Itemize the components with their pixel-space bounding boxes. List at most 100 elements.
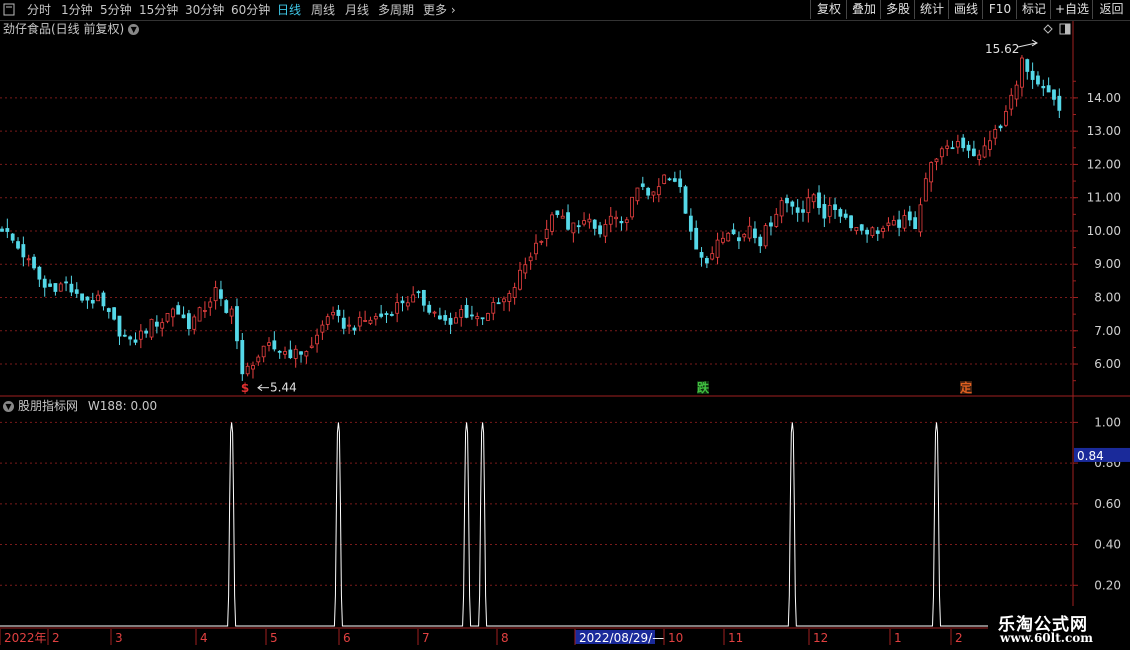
candle-body bbox=[170, 308, 175, 318]
candle-body bbox=[69, 283, 74, 293]
candle-body bbox=[1041, 85, 1046, 89]
candle-body bbox=[112, 307, 117, 320]
candle-body bbox=[971, 148, 976, 157]
candle-body bbox=[64, 281, 68, 284]
candle-body bbox=[827, 205, 832, 217]
candle-body bbox=[603, 224, 608, 237]
candle-body bbox=[1004, 111, 1008, 126]
candle-body bbox=[491, 302, 496, 314]
candle-body bbox=[662, 174, 667, 184]
date-tick-label: 3 bbox=[115, 631, 123, 645]
w188-line bbox=[0, 422, 1073, 627]
candle-body bbox=[331, 311, 335, 316]
candle-body bbox=[405, 302, 410, 307]
candle-body bbox=[555, 210, 560, 215]
candle-body bbox=[235, 306, 239, 342]
candle-body bbox=[582, 220, 586, 225]
candle-body bbox=[806, 197, 811, 213]
candle-body bbox=[795, 207, 800, 213]
candle-body bbox=[811, 194, 816, 203]
candle-body bbox=[42, 278, 47, 288]
candle-body bbox=[80, 293, 84, 301]
candle-body bbox=[229, 308, 234, 317]
candle-body bbox=[710, 253, 715, 260]
candle-body bbox=[891, 220, 896, 226]
price-tick-label: 13.00 bbox=[1087, 124, 1121, 138]
date-tick-label: 10 bbox=[668, 631, 683, 645]
candle-body bbox=[475, 316, 480, 320]
candle-body bbox=[251, 365, 255, 370]
price-tick-label: 6.00 bbox=[1094, 357, 1121, 371]
candle-body bbox=[90, 299, 95, 304]
candle-body bbox=[1014, 84, 1019, 100]
date-tick-label: 7 bbox=[422, 631, 430, 645]
candle-body bbox=[1030, 70, 1035, 80]
chart-canvas[interactable]: 6.007.008.009.0010.0011.0012.0013.0014.0… bbox=[0, 0, 1130, 650]
panel-toggle-fill bbox=[1065, 24, 1070, 34]
indicator-axis: 0.200.400.600.801.000.84 bbox=[1073, 415, 1130, 592]
candle-body bbox=[267, 342, 271, 346]
indicator-tick-label: 0.20 bbox=[1094, 578, 1121, 592]
candle-body bbox=[619, 221, 624, 224]
candle-body bbox=[400, 300, 405, 304]
candle-body bbox=[539, 240, 544, 243]
candle-body bbox=[379, 313, 384, 317]
candle-body bbox=[592, 219, 597, 229]
candle-body bbox=[699, 252, 704, 258]
diamond-icon bbox=[1043, 24, 1053, 34]
candle-body bbox=[5, 228, 10, 232]
candle-body bbox=[347, 324, 352, 327]
candle-body bbox=[790, 201, 795, 207]
candle-body bbox=[544, 228, 549, 239]
candle-body bbox=[58, 283, 63, 292]
candle-body bbox=[502, 298, 506, 303]
candle-body bbox=[0, 228, 4, 232]
candle-body bbox=[998, 125, 1003, 129]
candle-body bbox=[907, 211, 912, 221]
indicator-tick-label: 0.40 bbox=[1094, 538, 1121, 552]
candle-body bbox=[208, 301, 213, 308]
candle-body bbox=[315, 334, 319, 345]
candle-body bbox=[726, 232, 731, 242]
candle-body bbox=[283, 351, 287, 355]
candle-body bbox=[128, 336, 133, 340]
candle-body bbox=[550, 214, 554, 232]
candle-body bbox=[753, 228, 757, 239]
candle-body bbox=[341, 317, 346, 329]
candle-body bbox=[453, 317, 458, 324]
candle-body bbox=[875, 230, 880, 234]
candle-body bbox=[881, 227, 885, 232]
candle-body bbox=[560, 215, 565, 219]
candle-body bbox=[96, 294, 101, 302]
cursor-value-label: 0.84 bbox=[1077, 449, 1104, 463]
candle-body bbox=[918, 204, 923, 233]
candle-body bbox=[416, 291, 421, 294]
candle-body bbox=[1025, 59, 1030, 72]
watermark-url: www.60lt.com bbox=[1000, 631, 1093, 645]
candle-body bbox=[480, 317, 485, 320]
candle-body bbox=[822, 204, 827, 219]
candle-body bbox=[518, 269, 522, 290]
candle-body bbox=[672, 178, 677, 182]
candle-body bbox=[849, 215, 853, 229]
candle-body bbox=[779, 200, 784, 217]
candle-body bbox=[411, 294, 416, 303]
candle-body bbox=[715, 239, 720, 258]
candle-body bbox=[272, 340, 277, 350]
candle-body bbox=[138, 330, 143, 340]
high-price-label: 15.62 bbox=[985, 42, 1019, 56]
candle-body bbox=[261, 345, 266, 358]
candle-body bbox=[74, 289, 79, 294]
date-tick-label: 2 bbox=[955, 631, 963, 645]
date-tick-label: 2022/08/29/— bbox=[579, 631, 664, 645]
candlestick-series bbox=[0, 55, 1062, 381]
low-price-label: 5.44 bbox=[270, 381, 297, 395]
candle-body bbox=[838, 209, 843, 217]
candle-body bbox=[203, 310, 207, 312]
candle-body bbox=[774, 213, 779, 227]
candle-body bbox=[939, 148, 944, 158]
candle-body bbox=[929, 162, 934, 183]
candle-body bbox=[646, 187, 651, 196]
candle-body bbox=[833, 204, 837, 210]
candle-body bbox=[192, 316, 197, 330]
